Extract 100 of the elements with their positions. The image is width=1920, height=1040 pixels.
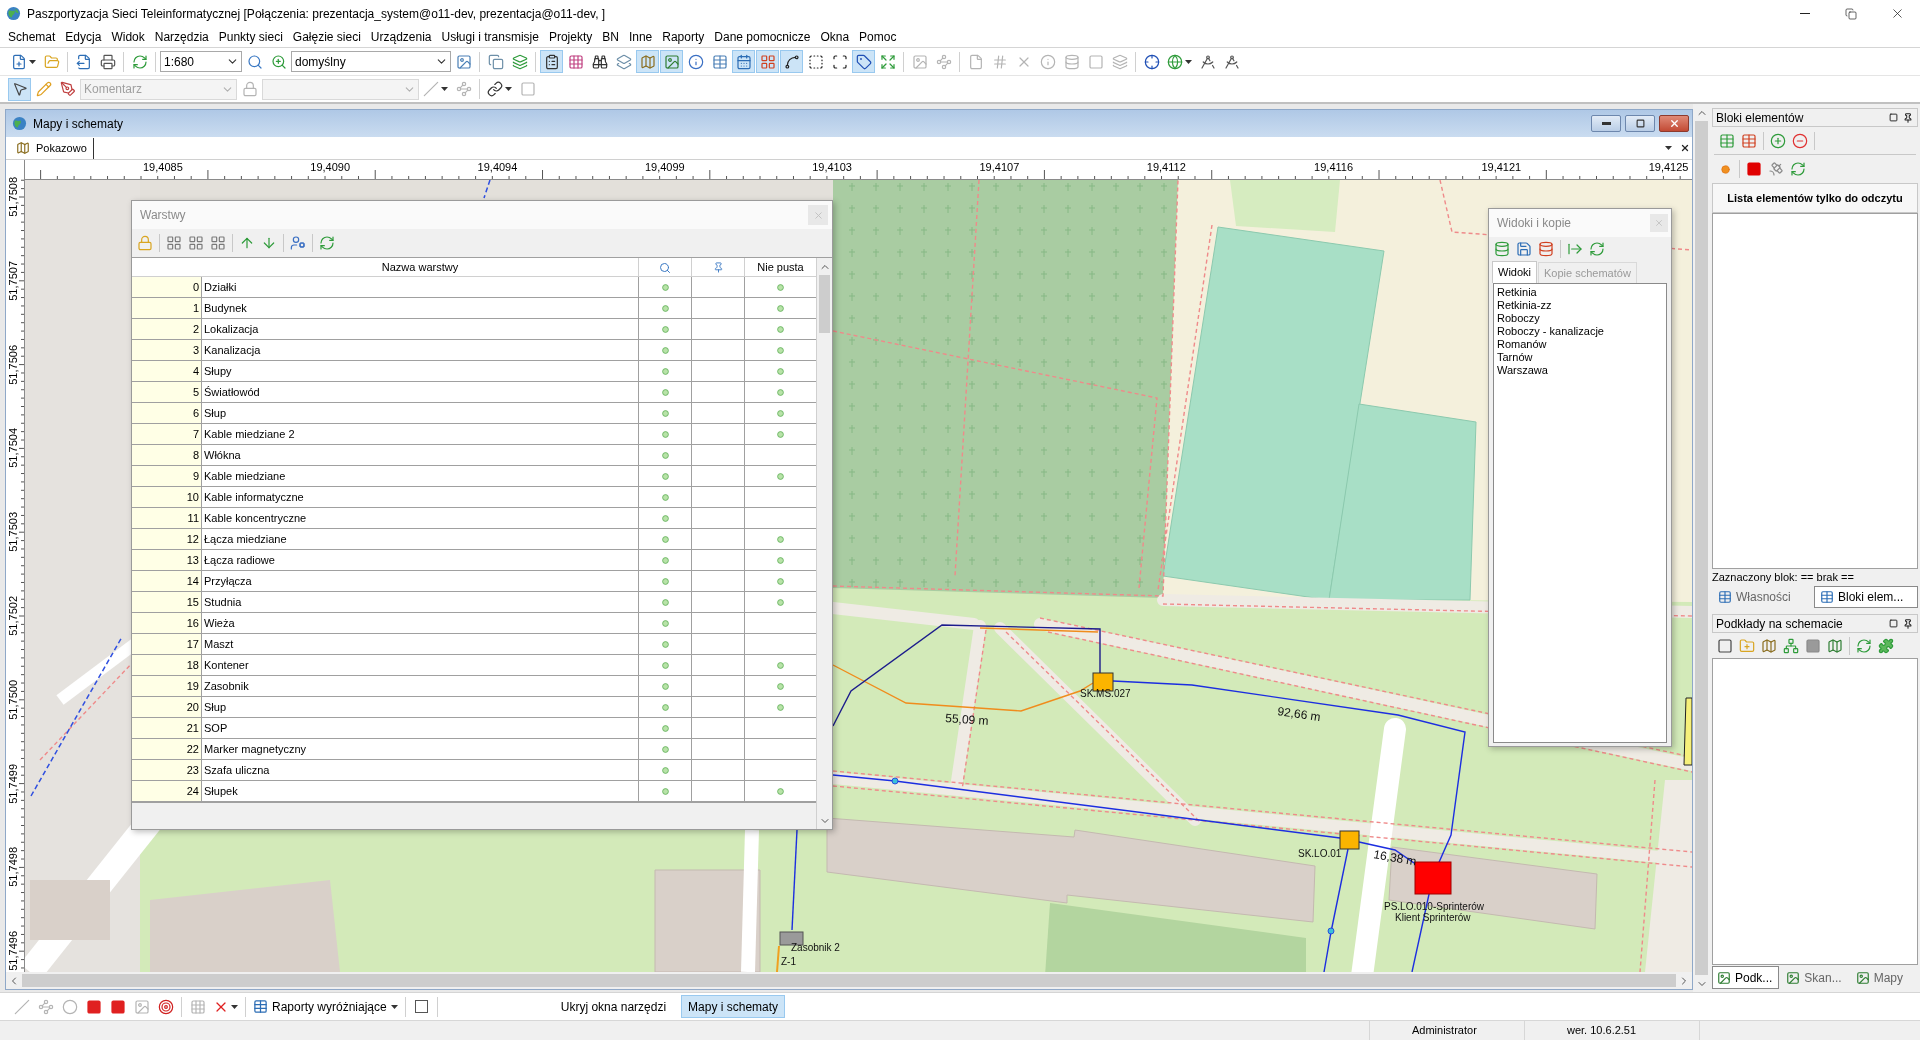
row-number: 5 — [132, 382, 202, 402]
pin-icon[interactable] — [1903, 618, 1913, 629]
scrollbar[interactable] — [6, 972, 1692, 989]
printer-icon — [99, 53, 116, 70]
menu-item[interactable]: Narzędzia — [149, 28, 214, 46]
table-cell: Działki — [202, 277, 639, 297]
image-button[interactable] — [660, 50, 683, 73]
row-number: 0 — [132, 277, 202, 297]
table-cell: Kable miedziane 2 — [202, 424, 639, 444]
menu-item[interactable]: Projekty — [543, 28, 598, 46]
menu-item[interactable]: Pomoc — [854, 28, 902, 46]
layout-grid-button[interactable] — [756, 50, 779, 73]
combo-field[interactable]: domyślny — [291, 51, 451, 72]
column-header[interactable]: Nie pusta — [745, 258, 816, 277]
reports-menu-button[interactable]: Raporty wyróżniające — [250, 995, 401, 1018]
list-item[interactable]: Romanów — [1497, 338, 1547, 351]
menu-item[interactable]: Edycja — [60, 28, 107, 46]
scan-icon — [831, 53, 848, 70]
scrollbar[interactable] — [816, 258, 832, 829]
refresh-icon — [319, 235, 335, 251]
caret-icon — [1665, 146, 1672, 150]
table-cell: Słupy — [202, 361, 639, 381]
minimize-icon — [1800, 13, 1810, 14]
dot-marker-icon — [1327, 927, 1335, 935]
pin-icon[interactable] — [1903, 112, 1913, 123]
menu-item[interactable]: Gałęzie sieci — [287, 28, 366, 46]
file-plus-icon — [11, 53, 27, 70]
menu-item[interactable]: Inne — [623, 28, 658, 46]
row-number: 4 — [132, 361, 202, 381]
menu-item[interactable]: Dane pomocnicze — [709, 28, 816, 46]
combo-field[interactable]: 1:680 — [160, 51, 242, 72]
checkbox[interactable] — [414, 1000, 428, 1013]
list-item[interactable]: Retkinia-zz — [1497, 299, 1552, 312]
target-icon — [157, 998, 174, 1015]
restore-icon[interactable] — [1889, 113, 1898, 122]
spline-button[interactable] — [780, 50, 803, 73]
menu-item[interactable]: Punkty sieci — [213, 28, 288, 46]
pointer-button[interactable] — [8, 77, 31, 101]
map-button[interactable] — [636, 50, 659, 73]
menu-item[interactable]: Raporty — [657, 28, 710, 46]
list-item[interactable]: Roboczy — [1497, 312, 1540, 325]
grid-icon — [188, 235, 204, 251]
puzzle-icon — [1878, 637, 1894, 654]
column-header[interactable]: Nazwa warstwy — [202, 258, 639, 277]
restore-button[interactable] — [1625, 115, 1655, 132]
square-marker-icon — [1414, 861, 1452, 895]
ruler-label: 51,7500 — [7, 679, 20, 720]
scrollbar-thumb[interactable] — [819, 275, 830, 333]
table-cell: SOP — [202, 718, 639, 738]
tab[interactable]: Widoki — [1492, 261, 1537, 283]
close-icon[interactable] — [1680, 143, 1690, 153]
restore-icon — [1845, 7, 1857, 20]
caret-icon — [441, 87, 448, 91]
ruler-label: 19,4090 — [310, 161, 351, 173]
minimize-button[interactable] — [1591, 115, 1621, 132]
list-item[interactable]: Roboczy - kanalizacje — [1497, 325, 1604, 338]
tab[interactable]: Podk... — [1712, 966, 1780, 989]
caret-icon — [505, 87, 512, 91]
table-cell: Kable informatyczne — [202, 487, 639, 507]
menu-item[interactable]: BN — [597, 28, 624, 46]
menu-item[interactable]: Schemat — [3, 28, 61, 46]
ruler-label: 19,4094 — [477, 161, 518, 173]
node-label: Zasobnik 2 — [791, 942, 840, 953]
ruler-label: 19,4103 — [812, 161, 852, 173]
table-cell: Włókna — [202, 445, 639, 465]
tag-button[interactable] — [852, 50, 875, 73]
window-title: Paszportyzacja Sieci Teleinformatycznej [Połączenia: prezentacja_system@o11-dev, prezentacja@o11-dev, ] — [27, 5, 606, 23]
scrollbar-thumb[interactable] — [1695, 121, 1708, 975]
calendar-button[interactable] — [732, 50, 755, 73]
tab[interactable]: Bloki elem... — [1814, 586, 1918, 608]
distance-label: 92,66 m — [1276, 704, 1322, 724]
tab[interactable]: Pokazowo — [14, 137, 94, 159]
close-icon — [1654, 218, 1664, 228]
restore-icon[interactable] — [1889, 619, 1898, 628]
hash-icon — [991, 53, 1008, 70]
clipboard-list-button[interactable] — [540, 50, 563, 73]
selection-text: Zaznaczony blok: == brak == — [1712, 570, 1855, 585]
menu-item[interactable]: Urządzenia — [365, 28, 437, 46]
cable-line — [776, 945, 780, 972]
scrollbar-thumb[interactable] — [22, 974, 1676, 987]
window-button[interactable]: Mapy i schematy — [681, 995, 786, 1018]
expand-icon — [879, 53, 896, 70]
list-item[interactable]: Retkinia — [1497, 286, 1537, 299]
close-icon — [1668, 118, 1680, 129]
row-number: 8 — [132, 445, 202, 465]
menu-item[interactable]: Widok — [106, 28, 150, 46]
window-button[interactable]: Ukryj okna narzędzi — [553, 995, 674, 1018]
restore-icon — [1635, 119, 1645, 128]
menu-item[interactable]: Okna — [815, 28, 855, 46]
close-button[interactable] — [1659, 115, 1689, 132]
list-item[interactable]: Warszawa — [1497, 364, 1548, 377]
zoom-in-icon — [270, 53, 287, 70]
table-cell: Budynek — [202, 298, 639, 318]
menu-item[interactable]: Usługi i transmisje — [436, 28, 544, 46]
link-icon — [487, 81, 503, 97]
refresh-icon — [1790, 161, 1806, 177]
image-icon — [1786, 970, 1801, 985]
square-icon — [85, 998, 102, 1015]
node-label: SK.LO.01 — [1298, 848, 1342, 859]
list-item[interactable]: Tarnów — [1497, 351, 1533, 364]
